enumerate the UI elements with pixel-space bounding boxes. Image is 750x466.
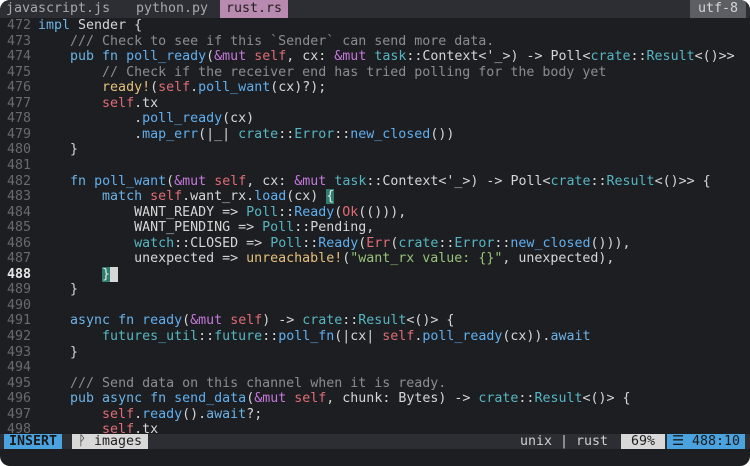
code-line[interactable]: 482 fn poll_want(&mut self, cx: &mut tas… xyxy=(0,174,750,190)
line-number: 489 xyxy=(6,282,31,298)
code-line[interactable]: 489 } xyxy=(0,282,750,298)
line-number: 475 xyxy=(6,64,31,80)
line-number: 482 xyxy=(6,173,31,189)
code-line[interactable]: 476 ready!(self.poll_want(cx)?); xyxy=(0,80,750,96)
line-number: 474 xyxy=(6,49,31,65)
line-number: 477 xyxy=(6,95,31,111)
encoding-indicator: utf-8 xyxy=(689,0,746,18)
line-number: 488 xyxy=(6,266,31,282)
code-line[interactable]: 496 pub async fn send_data(&mut self, ch… xyxy=(0,391,750,407)
code-text: WANT_PENDING => Poll::Pending, xyxy=(38,220,375,236)
code-line[interactable]: 492 futures_util::future::poll_fn(|cx| s… xyxy=(0,329,750,345)
code-text: ready!(self.poll_want(cx)?); xyxy=(102,80,327,96)
code-line[interactable]: 497 self.ready().await?; xyxy=(0,407,750,423)
code-text: fn poll_want(&mut self, cx: &mut task::C… xyxy=(70,173,711,189)
code-text: /// Check to see if this `Sender` can se… xyxy=(70,33,495,49)
code-editor[interactable]: 472 impl Sender {473 /// Check to see if … xyxy=(0,18,750,437)
cursor-position: ☰ 488:10 xyxy=(667,434,745,449)
code-text: self.tx xyxy=(102,95,159,111)
code-text: self.ready().await?; xyxy=(102,406,263,422)
code-line[interactable]: 479 .map_err(|_| crate::Error::new_close… xyxy=(0,127,750,143)
line-number: 495 xyxy=(6,375,31,391)
code-text: /// Send data on this channel when it is… xyxy=(70,375,447,391)
code-line[interactable]: 491 async fn ready(&mut self) -> crate::… xyxy=(0,313,750,329)
code-text: } xyxy=(38,142,79,158)
code-line[interactable]: 486 watch::CLOSED => Poll::Ready(Err(cra… xyxy=(0,236,750,252)
code-line[interactable]: 473 /// Check to see if this `Sender` ca… xyxy=(0,34,750,50)
line-number: 497 xyxy=(6,406,31,422)
code-line[interactable]: 483 match self.want_rx.load(cx) { xyxy=(0,189,750,205)
code-text: impl Sender { xyxy=(38,18,143,33)
line-number: 486 xyxy=(6,235,31,251)
code-text: pub fn poll_ready(&mut self, cx: &mut ta… xyxy=(70,49,735,65)
code-text: WANT_READY => Poll::Ready(Ok(())), xyxy=(38,204,407,220)
code-line[interactable]: 477 self.tx xyxy=(0,96,750,112)
code-line[interactable]: 495 /// Send data on this channel when i… xyxy=(0,376,750,392)
scroll-percent: 69% xyxy=(621,434,665,449)
status-line: INSERT ᚹ images unix | rust 69% ☰ 488:10 xyxy=(0,434,750,449)
code-text: unexpected => unreachable!("want_rx valu… xyxy=(38,251,615,267)
code-text: .map_err(|_| crate::Error::new_closed()) xyxy=(38,126,455,142)
mode-indicator: INSERT xyxy=(4,434,63,449)
code-line[interactable]: 484 WANT_READY => Poll::Ready(Ok(())), xyxy=(0,205,750,221)
code-line[interactable]: 474 pub fn poll_ready(&mut self, cx: &mu… xyxy=(0,49,750,65)
code-text: watch::CLOSED => Poll::Ready(Err(crate::… xyxy=(134,235,631,251)
code-text: } xyxy=(38,282,79,298)
line-number: 478 xyxy=(6,111,31,127)
line-number: 491 xyxy=(6,313,31,329)
tab-bar: javascript.js python.py rust.rs utf-8 xyxy=(0,0,750,18)
line-number: 492 xyxy=(6,329,31,344)
editor-window: javascript.js python.py rust.rs utf-8 47… xyxy=(0,0,750,466)
line-number: 480 xyxy=(6,142,31,158)
code-text: .poll_ready(cx) xyxy=(38,111,255,127)
code-line[interactable]: 488 } xyxy=(0,266,750,283)
code-line[interactable]: 494 xyxy=(0,360,750,376)
line-number: 483 xyxy=(6,189,31,205)
line-number: 487 xyxy=(6,251,31,267)
code-line[interactable]: 493 } xyxy=(0,345,750,361)
code-text: futures_util::future::poll_fn(|cx| self.… xyxy=(102,329,591,344)
line-number: 484 xyxy=(6,204,31,220)
code-line[interactable]: 481 xyxy=(0,158,750,174)
code-line[interactable]: 478 .poll_ready(cx) xyxy=(0,111,750,127)
line-number: 473 xyxy=(6,33,31,49)
code-text: // Check if the receiver end has tried p… xyxy=(102,64,607,80)
line-number: 496 xyxy=(6,391,31,407)
tab-javascript[interactable]: javascript.js xyxy=(0,0,116,18)
code-text: } xyxy=(38,344,79,360)
tab-python[interactable]: python.py xyxy=(130,0,214,18)
code-text: } xyxy=(38,266,119,283)
filetype-indicator: unix | rust xyxy=(519,434,608,449)
line-number: 472 xyxy=(6,18,31,33)
code-line[interactable]: 475 // Check if the receiver end has tri… xyxy=(0,65,750,81)
code-line[interactable]: 490 xyxy=(0,298,750,314)
tab-rust[interactable]: rust.rs xyxy=(220,0,289,18)
line-number: 494 xyxy=(6,360,31,376)
line-number: 490 xyxy=(6,297,31,313)
line-number: 493 xyxy=(6,344,31,360)
code-line[interactable]: 472 impl Sender { xyxy=(0,18,750,34)
line-number: 485 xyxy=(6,220,31,236)
code-line[interactable]: 480 } xyxy=(0,142,750,158)
code-line[interactable]: 487 unexpected => unreachable!("want_rx … xyxy=(0,251,750,267)
code-text: pub async fn send_data(&mut self, chunk:… xyxy=(70,391,631,407)
line-number: 479 xyxy=(6,126,31,142)
code-text: match self.want_rx.load(cx) { xyxy=(102,189,335,205)
code-line[interactable]: 485 WANT_PENDING => Poll::Pending, xyxy=(0,220,750,236)
git-branch: ᚹ images xyxy=(72,434,149,449)
line-number: 481 xyxy=(6,157,31,173)
line-number: 476 xyxy=(6,80,31,96)
code-text: async fn ready(&mut self) -> crate::Resu… xyxy=(70,313,455,329)
